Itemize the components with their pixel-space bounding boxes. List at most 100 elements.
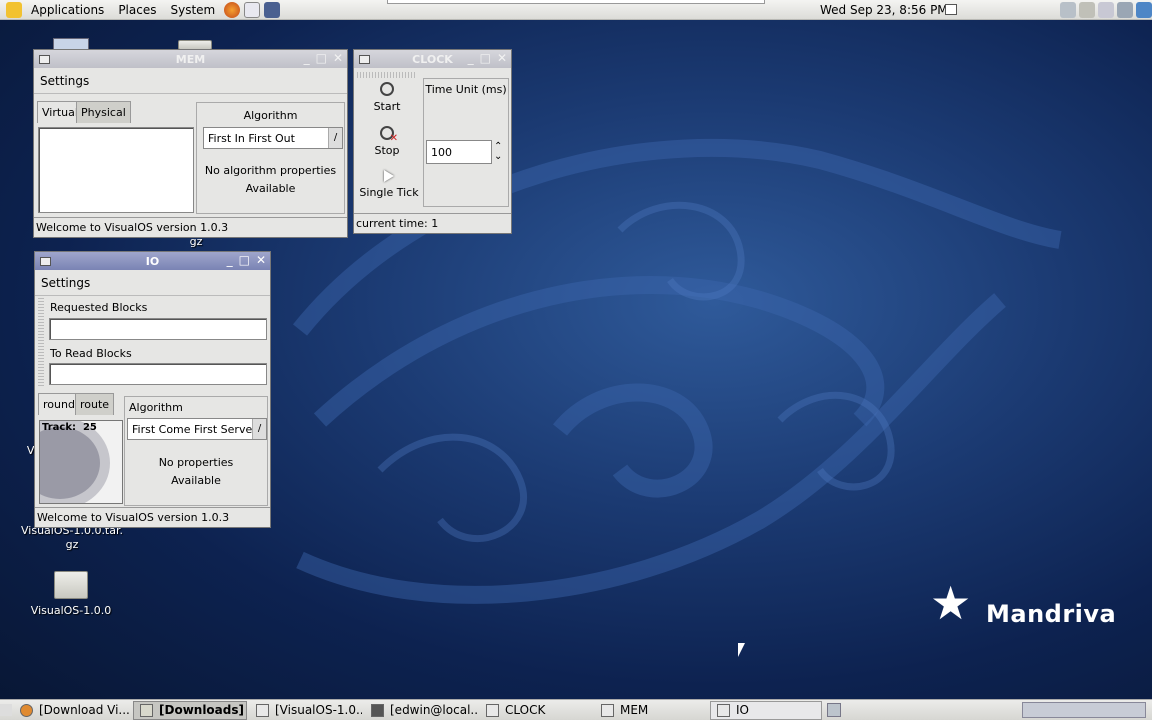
- io-window: IO _ □ ✕ Settings Requested Blocks To Re…: [34, 251, 271, 528]
- maximize-button[interactable]: □: [316, 52, 327, 65]
- volume-icon[interactable]: [1098, 2, 1114, 18]
- taskbar-label: [VisualOS-1.0...: [275, 703, 362, 717]
- folder-label[interactable]: VisualOS-1.0.0: [20, 604, 122, 618]
- workspace-switcher[interactable]: [1022, 702, 1146, 718]
- props-text: Available: [245, 182, 296, 195]
- window-icon: [717, 703, 730, 717]
- minimize-button[interactable]: _: [227, 254, 233, 267]
- props-text: No algorithm properties: [204, 164, 337, 177]
- minimize-button[interactable]: _: [468, 52, 474, 65]
- dropdown-arrow-icon[interactable]: /: [252, 419, 266, 439]
- taskbar-item[interactable]: IO: [710, 700, 822, 720]
- folder-icon[interactable]: [54, 571, 88, 599]
- update-icon[interactable]: [1136, 2, 1152, 18]
- tab-physical[interactable]: Physical: [76, 101, 131, 123]
- window-buttons: _ □ ✕: [227, 254, 266, 267]
- taskbar-label: IO: [736, 703, 749, 717]
- taskbar-item[interactable]: [edwin@local...: [365, 701, 477, 720]
- panel-clock[interactable]: Wed Sep 23, 8:56 PM: [820, 0, 948, 20]
- mem-title: MEM: [175, 52, 206, 66]
- minimize-button[interactable]: _: [304, 52, 310, 65]
- clock-stop-icon: ✕: [380, 126, 398, 144]
- algorithm-label: Algorithm: [129, 401, 183, 414]
- track-label: Track: 25: [42, 422, 97, 433]
- clock-titlebar[interactable]: CLOCK _ □ ✕: [354, 50, 511, 68]
- terminal-icon[interactable]: [264, 1, 281, 18]
- star-icon: ★: [930, 576, 972, 630]
- tab-round[interactable]: round: [38, 393, 80, 415]
- io-settings-menu[interactable]: Settings: [35, 270, 270, 296]
- mem-view-area: [38, 127, 194, 213]
- applications-menu[interactable]: Applications: [24, 0, 111, 20]
- panel-handle[interactable]: [38, 298, 44, 386]
- io-titlebar[interactable]: IO _ □ ✕: [35, 252, 270, 270]
- time-unit-panel: Time Unit (ms) 100 ⌃⌄: [423, 78, 509, 207]
- maximize-button[interactable]: □: [480, 52, 491, 65]
- props-text: Available: [171, 474, 221, 487]
- taskbar-item[interactable]: [Download Vi...: [14, 701, 130, 720]
- single-tick-button[interactable]: Single Tick: [356, 170, 422, 199]
- play-icon: [384, 170, 394, 182]
- props-text: No properties: [158, 456, 234, 469]
- taskbar-label: CLOCK: [505, 703, 546, 717]
- stop-label: Stop: [374, 144, 400, 157]
- io-algorithm-panel: Algorithm First Come First Served / No p…: [124, 396, 268, 506]
- combo-value: First In First Out: [208, 131, 295, 145]
- toolbar-handle[interactable]: [357, 72, 417, 78]
- clock-window: CLOCK _ □ ✕ Start ✕ Stop Single Tick Time …: [353, 49, 512, 234]
- taskbar-item[interactable]: MEM: [595, 701, 707, 720]
- clock-statusbar: current time: 1: [354, 213, 511, 233]
- settings-icon[interactable]: [1079, 2, 1095, 18]
- stop-button[interactable]: ✕ Stop: [356, 126, 418, 157]
- taskbar-item[interactable]: [VisualOS-1.0...: [250, 701, 362, 720]
- requested-blocks-label: Requested Blocks: [50, 301, 148, 314]
- calendar-icon[interactable]: [945, 4, 957, 15]
- places-menu[interactable]: Places: [111, 0, 163, 20]
- window-buttons: _ □ ✕: [468, 52, 507, 65]
- terminal-icon: [371, 703, 384, 717]
- archive-icon-label[interactable]: VisualOS-1.0.0.tar. gz: [18, 524, 126, 552]
- taskbar-item[interactable]: [Downloads]: [133, 700, 247, 720]
- requested-blocks-field[interactable]: [49, 318, 267, 340]
- show-desktop-icon[interactable]: [0, 704, 12, 716]
- to-read-blocks-field[interactable]: [49, 363, 267, 385]
- mem-algorithm-panel: Algorithm First In First Out / No algori…: [196, 102, 345, 214]
- single-tick-label: Single Tick: [359, 186, 419, 199]
- io-algorithm-select[interactable]: First Come First Served /: [127, 418, 267, 440]
- dropdown-arrow-icon[interactable]: /: [328, 128, 342, 148]
- mandriva-logo: ★ Mandriva: [930, 580, 1120, 644]
- close-button[interactable]: ✕: [333, 52, 343, 65]
- mail-icon[interactable]: [244, 1, 261, 18]
- mem-window: MEM _ □ ✕ Settings Virtual Physical Algori…: [33, 49, 348, 238]
- taskbar-label: [Download Vi...: [39, 703, 130, 717]
- time-unit-value: 100: [431, 145, 452, 159]
- time-unit-label: Time Unit (ms): [425, 83, 507, 96]
- archive-label-line2: gz: [65, 538, 79, 551]
- firefox-icon[interactable]: [224, 1, 241, 18]
- io-statusbar: Welcome to VisualOS version 1.0.3: [35, 507, 270, 527]
- logo-text: Mandriva: [986, 600, 1117, 628]
- maximize-button[interactable]: □: [239, 254, 250, 267]
- mem-titlebar[interactable]: MEM _ □ ✕: [34, 50, 347, 68]
- taskbar-item[interactable]: CLOCK: [480, 701, 592, 720]
- mem-settings-menu[interactable]: Settings: [34, 68, 347, 94]
- mem-algorithm-select[interactable]: First In First Out /: [203, 127, 343, 149]
- mandriva-star-icon[interactable]: [6, 1, 22, 18]
- system-tray: [1060, 2, 1152, 18]
- system-menu[interactable]: System: [163, 0, 222, 20]
- spin-arrows-icon[interactable]: ⌃⌄: [494, 142, 504, 162]
- time-unit-spinner[interactable]: 100: [426, 140, 492, 164]
- panel-drawer-slot: [387, 0, 765, 4]
- bottom-taskbar: [Download Vi... [Downloads] [VisualOS-1.…: [0, 699, 1152, 720]
- to-read-blocks-label: To Read Blocks: [50, 347, 132, 360]
- start-button[interactable]: Start: [356, 82, 418, 113]
- applet-icon[interactable]: [827, 703, 841, 717]
- network-icon[interactable]: [1060, 2, 1076, 18]
- taskbar-label: MEM: [620, 703, 649, 717]
- firefox-icon: [20, 703, 33, 717]
- close-button[interactable]: ✕: [256, 254, 266, 267]
- keyboard-icon[interactable]: [1117, 2, 1133, 18]
- tab-route[interactable]: route: [75, 393, 115, 415]
- mem-statusbar: Welcome to VisualOS version 1.0.3: [34, 217, 347, 237]
- close-button[interactable]: ✕: [497, 52, 507, 65]
